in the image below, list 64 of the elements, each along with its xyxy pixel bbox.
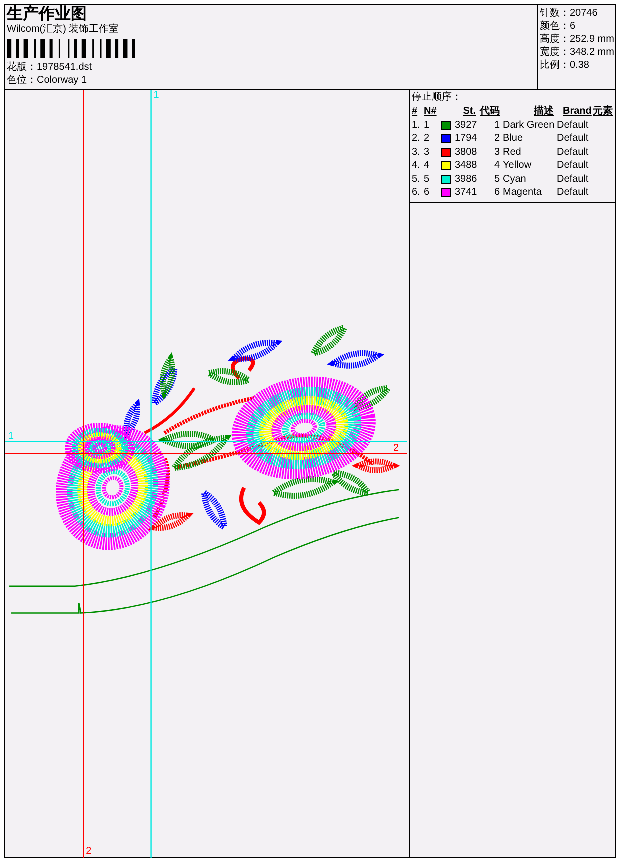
studio-name: Wilcom(汇京) 装饰工作室 <box>7 23 120 36</box>
table-cell-text: Default <box>557 186 590 200</box>
stat-label: 针数： <box>540 7 570 20</box>
sheet-title: 生产作业图 <box>7 5 88 23</box>
table-cell-text: Default <box>557 172 590 186</box>
stat-value: 348.2 mm <box>570 46 614 59</box>
table-cell-text: Red <box>503 146 522 159</box>
stat-value: 0.38 <box>570 59 590 72</box>
table-cell-text: 1794 <box>455 132 478 146</box>
table-cell-text: Default <box>557 146 590 159</box>
table-cell-text: 3986 <box>455 172 478 186</box>
guide-label: 2 <box>394 443 400 454</box>
column-header: 描述 <box>532 104 555 118</box>
field-value: Colorway 1 <box>37 74 88 87</box>
field-value: 1978541.dst <box>37 61 92 74</box>
table-cell-text: 3808 <box>455 146 478 159</box>
table-cell-text: 1 <box>493 118 501 132</box>
stat-label: 宽度： <box>540 46 570 59</box>
column-header: 元素 <box>593 104 614 118</box>
field-label: 色位： <box>7 74 37 87</box>
table-cell-text: 4. <box>412 159 422 172</box>
column-header: N# <box>424 104 438 118</box>
table-cell-text: Magenta <box>503 186 543 200</box>
table-cell-text: 1 <box>424 118 431 132</box>
guide-label: 1 <box>8 431 14 442</box>
stat-value: 6 <box>570 20 576 33</box>
guide-label: 1 <box>154 90 160 101</box>
table-title: 停止顺序： <box>412 91 463 104</box>
table-cell-text: Dark Green <box>503 118 556 132</box>
column-header: # <box>412 104 419 118</box>
guide-label: 2 <box>86 846 92 858</box>
table-cell-text: Default <box>557 118 590 132</box>
column-header: St. <box>462 104 477 118</box>
table-cell-text: 1. <box>412 118 422 132</box>
column-header: 代码 <box>479 104 501 118</box>
table-cell-text: Default <box>557 159 590 172</box>
stat-value: 20746 <box>570 7 598 20</box>
stat-label: 高度： <box>540 33 570 46</box>
table-cell-text: Blue <box>503 132 524 146</box>
table-cell-text: 2. <box>412 132 422 146</box>
table-cell-text: 4 <box>424 159 431 172</box>
table-cell-text: 6 <box>493 186 501 200</box>
table-cell-text: 3 <box>424 146 431 159</box>
column-header: Brand <box>562 104 593 118</box>
table-cell-text: Cyan <box>503 172 528 186</box>
table-cell-text: 2 <box>424 132 431 146</box>
stat-value: 252.9 mm <box>570 33 614 46</box>
table-cell-text: 5 <box>424 172 431 186</box>
table-cell-text: 3927 <box>455 118 478 132</box>
table-cell-text: 4 <box>493 159 501 172</box>
table-cell-text: Yellow <box>503 159 533 172</box>
field-label: 花版： <box>7 61 37 74</box>
table-cell-text: 3741 <box>455 186 478 200</box>
table-cell-text: 5. <box>412 172 422 186</box>
table-cell-text: Default <box>557 132 590 146</box>
table-cell-text: 3. <box>412 146 422 159</box>
stat-label: 比例： <box>540 59 570 72</box>
table-cell-text: 6. <box>412 186 422 200</box>
table-cell-text: 6 <box>424 186 431 200</box>
stat-label: 颜色： <box>540 20 570 33</box>
table-cell-text: 3488 <box>455 159 478 172</box>
table-cell-text: 5 <box>493 172 501 186</box>
table-cell-text: 2 <box>493 132 501 146</box>
table-cell-text: 3 <box>493 146 501 159</box>
